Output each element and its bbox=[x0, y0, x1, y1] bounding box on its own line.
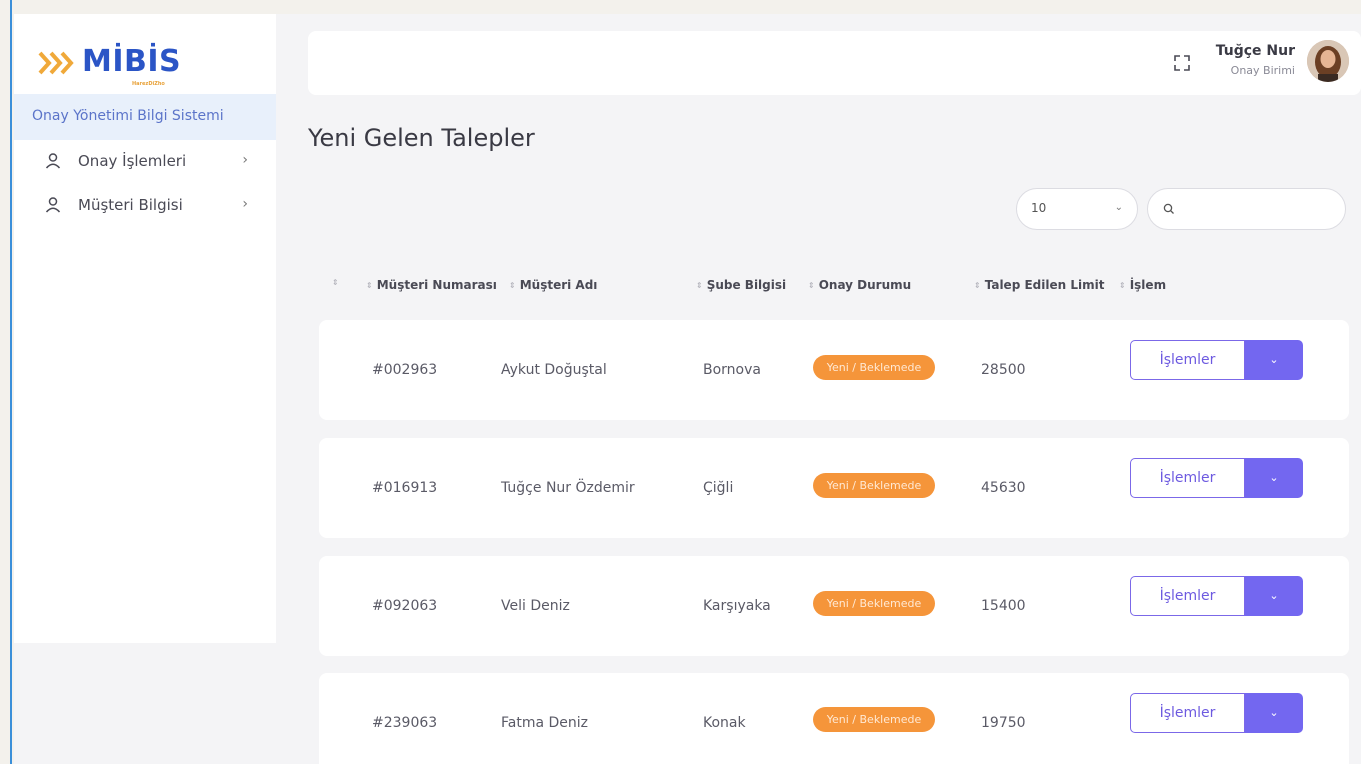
actions-button[interactable]: İşlemler bbox=[1130, 693, 1245, 733]
table-row[interactable]: #239063 Fatma Deniz Konak Yeni / Bekleme… bbox=[319, 673, 1349, 764]
chevron-right-icon: › bbox=[242, 196, 248, 212]
branch-name: Karşıyaka bbox=[703, 598, 771, 614]
sidebar-item-label: Müşteri Bilgisi bbox=[78, 196, 183, 214]
sort-icon: ⇕ bbox=[696, 280, 703, 290]
sort-icon: ⇕ bbox=[332, 278, 339, 287]
column-header-musteri-adi[interactable]: ⇕ Müşteri Adı bbox=[509, 278, 597, 292]
actions-dropdown: İşlemler ⌄ bbox=[1130, 576, 1303, 616]
customer-number: #092063 bbox=[372, 598, 438, 614]
avatar[interactable] bbox=[1307, 40, 1349, 82]
status-badge: Yeni / Beklemede bbox=[813, 355, 935, 380]
table-row[interactable]: #002963 Aykut Doğuştal Bornova Yeni / Be… bbox=[319, 320, 1349, 420]
actions-dropdown: İşlemler ⌄ bbox=[1130, 458, 1303, 498]
sidebar-item-musteri-bilgisi[interactable]: Müşteri Bilgisi › bbox=[44, 192, 254, 218]
status-badge: Yeni / Beklemede bbox=[813, 707, 935, 732]
actions-button[interactable]: İşlemler bbox=[1130, 576, 1245, 616]
user-icon bbox=[45, 197, 61, 213]
chevron-down-icon[interactable]: ⌄ bbox=[1245, 458, 1303, 498]
table-row[interactable]: #092063 Veli Deniz Karşıyaka Yeni / Bekl… bbox=[319, 556, 1349, 656]
customer-number: #002963 bbox=[372, 362, 438, 378]
search-icon bbox=[1163, 203, 1174, 214]
system-title[interactable]: Onay Yönetimi Bilgi Sistemi bbox=[14, 94, 276, 140]
status-badge: Yeni / Beklemede bbox=[813, 473, 935, 498]
chevron-down-icon: ⌄ bbox=[1114, 202, 1123, 213]
status-badge: Yeni / Beklemede bbox=[813, 591, 935, 616]
chevron-down-icon[interactable]: ⌄ bbox=[1245, 576, 1303, 616]
logo[interactable]: MİBİS HarezDiZho bbox=[38, 44, 188, 94]
column-header-talep-edilen-limit[interactable]: ⇕ Talep Edilen Limit bbox=[974, 278, 1104, 292]
actions-button[interactable]: İşlemler bbox=[1130, 458, 1245, 498]
logo-text: MİBİS bbox=[82, 44, 182, 79]
user-icon bbox=[45, 153, 61, 169]
customer-name: Tuğçe Nur Özdemir bbox=[501, 480, 635, 496]
column-header-select[interactable]: ⇕ bbox=[332, 278, 343, 287]
requested-limit: 19750 bbox=[981, 715, 1026, 731]
requested-limit: 45630 bbox=[981, 480, 1026, 496]
user-name: Tuğçe Nur bbox=[1215, 43, 1295, 59]
customer-number: #016913 bbox=[372, 480, 438, 496]
table-row[interactable]: #016913 Tuğçe Nur Özdemir Çiğli Yeni / B… bbox=[319, 438, 1349, 538]
sort-icon: ⇕ bbox=[808, 280, 815, 290]
chevron-right-icon: › bbox=[242, 152, 248, 168]
sidebar-item-label: Onay İşlemleri bbox=[78, 152, 187, 170]
sidebar-item-onay-islemleri[interactable]: Onay İşlemleri › bbox=[44, 148, 254, 174]
app-canvas: MİBİS HarezDiZho Onay Yönetimi Bilgi Sis… bbox=[14, 14, 1361, 764]
search-box[interactable] bbox=[1147, 188, 1346, 230]
customer-number: #239063 bbox=[372, 715, 438, 731]
logo-arrows-icon bbox=[38, 51, 74, 75]
sidebar: MİBİS HarezDiZho Onay Yönetimi Bilgi Sis… bbox=[14, 14, 276, 643]
top-header: Tuğçe Nur Onay Birimi bbox=[308, 31, 1361, 95]
customer-name: Aykut Doğuştal bbox=[501, 362, 607, 378]
column-header-onay-durumu[interactable]: ⇕ Onay Durumu bbox=[808, 278, 911, 292]
branch-name: Çiğli bbox=[703, 480, 734, 496]
fullscreen-icon[interactable] bbox=[1172, 53, 1192, 73]
logo-subtext: HarezDiZho bbox=[132, 81, 165, 87]
actions-dropdown: İşlemler ⌄ bbox=[1130, 693, 1303, 733]
sort-icon: ⇕ bbox=[366, 280, 373, 290]
chevron-down-icon[interactable]: ⌄ bbox=[1245, 693, 1303, 733]
actions-dropdown: İşlemler ⌄ bbox=[1130, 340, 1303, 380]
search-input[interactable] bbox=[1182, 199, 1332, 221]
actions-button[interactable]: İşlemler bbox=[1130, 340, 1245, 380]
branch-name: Konak bbox=[703, 715, 746, 731]
column-header-sube-bilgisi[interactable]: ⇕ Şube Bilgisi bbox=[696, 278, 786, 292]
branch-name: Bornova bbox=[703, 362, 761, 378]
avatar-image-icon bbox=[1307, 40, 1349, 82]
column-header-musteri-numarasi[interactable]: ⇕ Müşteri Numarası bbox=[366, 278, 497, 292]
page-size-value: 10 bbox=[1031, 201, 1047, 215]
column-header-islem[interactable]: ⇕ İşlem bbox=[1119, 278, 1166, 292]
requested-limit: 28500 bbox=[981, 362, 1026, 378]
window-left-edge bbox=[0, 0, 12, 764]
page-title: Yeni Gelen Talepler bbox=[308, 124, 535, 152]
user-role: Onay Birimi bbox=[1230, 64, 1295, 77]
sort-icon: ⇕ bbox=[509, 280, 516, 290]
chevron-down-icon[interactable]: ⌄ bbox=[1245, 340, 1303, 380]
customer-name: Veli Deniz bbox=[501, 598, 570, 614]
page-size-select[interactable]: 10 ⌄ bbox=[1016, 188, 1138, 230]
customer-name: Fatma Deniz bbox=[501, 715, 589, 731]
requested-limit: 15400 bbox=[981, 598, 1026, 614]
sort-icon: ⇕ bbox=[974, 280, 981, 290]
sort-icon: ⇕ bbox=[1119, 280, 1126, 290]
